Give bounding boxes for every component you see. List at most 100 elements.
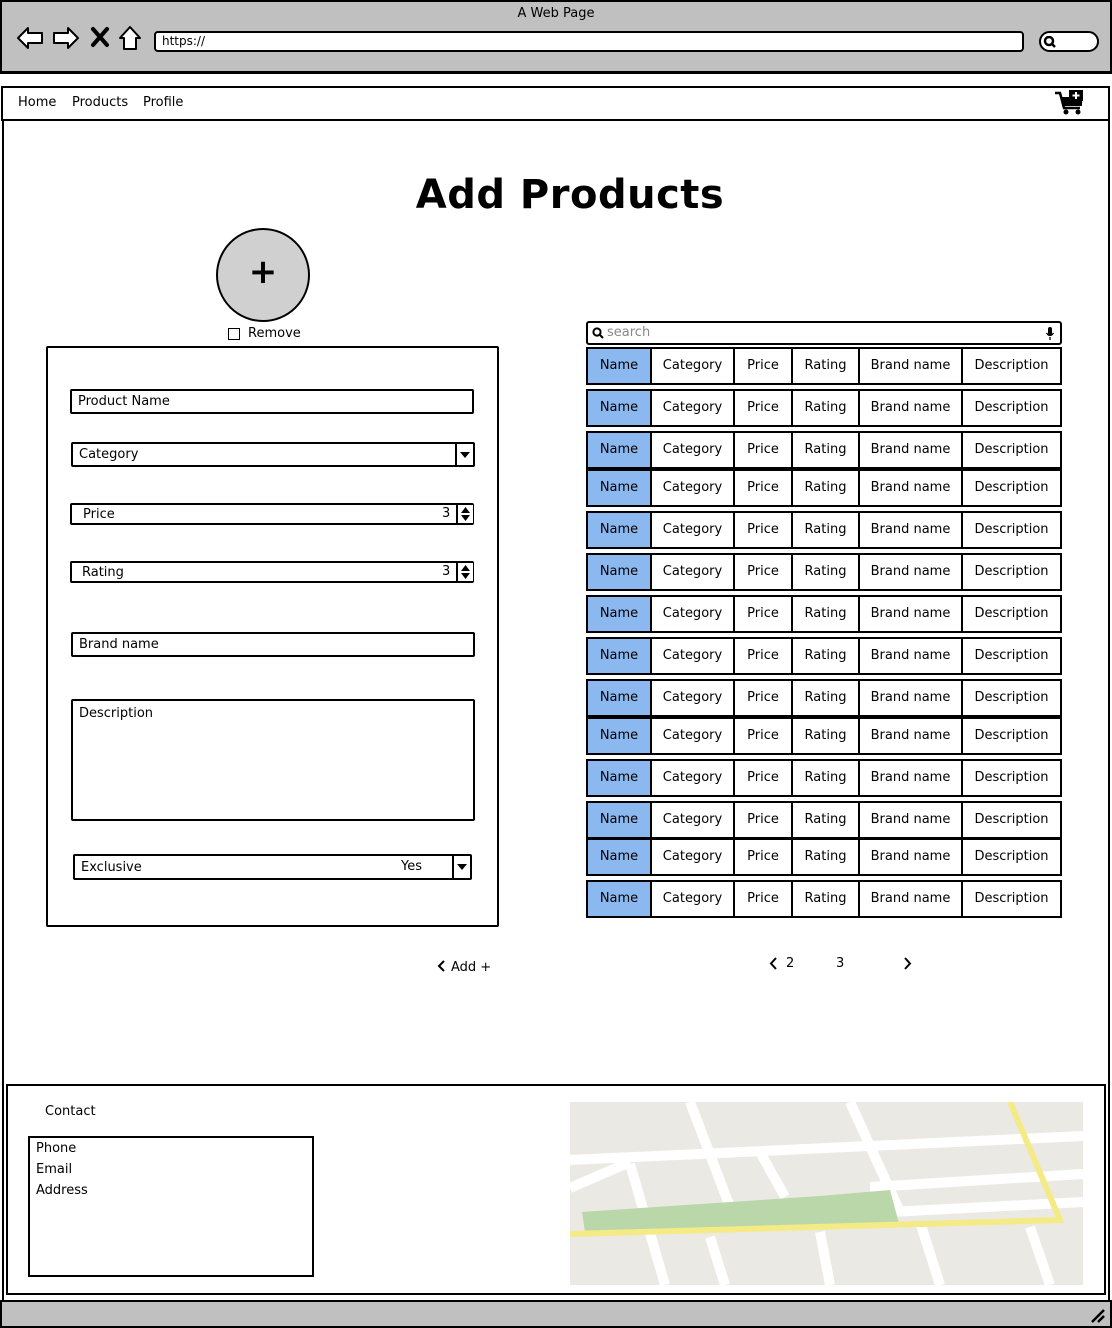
table-cell-brand-name[interactable]: Brand name <box>858 880 963 918</box>
table-cell-category[interactable]: Category <box>650 469 735 507</box>
rating-stepper[interactable]: Rating <box>70 561 474 583</box>
description-textarea[interactable]: Description <box>71 699 475 821</box>
close-icon[interactable] <box>88 24 112 52</box>
table-cell-description[interactable]: Description <box>961 801 1062 839</box>
table-cell-price[interactable]: Price <box>733 880 793 918</box>
next-page-icon[interactable] <box>902 956 912 971</box>
table-cell-name[interactable]: Name <box>586 595 652 633</box>
back-arrow-icon[interactable] <box>16 24 44 52</box>
page-3-link[interactable]: 3 <box>836 956 844 971</box>
table-cell-rating[interactable]: Rating <box>791 347 860 385</box>
forward-arrow-icon[interactable] <box>52 24 80 52</box>
table-cell-category[interactable]: Category <box>650 431 735 469</box>
price-stepper[interactable]: Price <box>70 503 474 525</box>
table-cell-rating[interactable]: Rating <box>791 880 860 918</box>
table-cell-description[interactable]: Description <box>961 511 1062 549</box>
remove-checkbox[interactable] <box>228 328 240 340</box>
table-cell-rating[interactable]: Rating <box>791 469 860 507</box>
table-cell-category[interactable]: Category <box>650 838 735 876</box>
table-cell-rating[interactable]: Rating <box>791 801 860 839</box>
table-cell-price[interactable]: Price <box>733 511 793 549</box>
url-bar[interactable]: https:// <box>154 31 1024 52</box>
nav-home[interactable]: Home <box>18 95 56 110</box>
table-cell-price[interactable]: Price <box>733 553 793 591</box>
table-cell-brand-name[interactable]: Brand name <box>858 801 963 839</box>
table-cell-description[interactable]: Description <box>961 595 1062 633</box>
page-2-link[interactable]: 2 <box>786 956 794 971</box>
category-dropdown-button[interactable] <box>455 444 473 465</box>
table-cell-category[interactable]: Category <box>650 637 735 675</box>
product-name-input[interactable]: Product Name <box>70 389 474 414</box>
table-cell-rating[interactable]: Rating <box>791 637 860 675</box>
table-cell-description[interactable]: Description <box>961 389 1062 427</box>
home-icon[interactable] <box>116 24 144 52</box>
table-cell-brand-name[interactable]: Brand name <box>858 637 963 675</box>
table-cell-description[interactable]: Description <box>961 469 1062 507</box>
table-cell-price[interactable]: Price <box>733 679 793 717</box>
table-cell-price[interactable]: Price <box>733 717 793 755</box>
table-cell-name[interactable]: Name <box>586 469 652 507</box>
brand-name-input[interactable]: Brand name <box>71 632 475 657</box>
prev-page-icon[interactable] <box>769 956 779 971</box>
table-cell-brand-name[interactable]: Brand name <box>858 595 963 633</box>
table-cell-name[interactable]: Name <box>586 801 652 839</box>
table-cell-price[interactable]: Price <box>733 759 793 797</box>
add-button[interactable]: Add + <box>437 959 491 975</box>
table-cell-description[interactable]: Description <box>961 347 1062 385</box>
table-cell-price[interactable]: Price <box>733 469 793 507</box>
table-cell-name[interactable]: Name <box>586 431 652 469</box>
table-cell-brand-name[interactable]: Brand name <box>858 838 963 876</box>
table-cell-price[interactable]: Price <box>733 801 793 839</box>
table-cell-price[interactable]: Price <box>733 637 793 675</box>
table-cell-name[interactable]: Name <box>586 717 652 755</box>
table-cell-price[interactable]: Price <box>733 347 793 385</box>
table-cell-category[interactable]: Category <box>650 679 735 717</box>
table-cell-category[interactable]: Category <box>650 801 735 839</box>
table-cell-rating[interactable]: Rating <box>791 717 860 755</box>
table-cell-category[interactable]: Category <box>650 717 735 755</box>
table-cell-name[interactable]: Name <box>586 553 652 591</box>
table-cell-rating[interactable]: Rating <box>791 553 860 591</box>
table-cell-description[interactable]: Description <box>961 838 1062 876</box>
resize-handle-icon[interactable] <box>1088 1306 1106 1324</box>
nav-profile[interactable]: Profile <box>143 95 183 110</box>
table-cell-brand-name[interactable]: Brand name <box>858 347 963 385</box>
table-cell-brand-name[interactable]: Brand name <box>858 717 963 755</box>
table-cell-rating[interactable]: Rating <box>791 595 860 633</box>
table-cell-rating[interactable]: Rating <box>791 431 860 469</box>
table-cell-name[interactable]: Name <box>586 759 652 797</box>
table-cell-name[interactable]: Name <box>586 637 652 675</box>
table-cell-price[interactable]: Price <box>733 595 793 633</box>
table-cell-brand-name[interactable]: Brand name <box>858 389 963 427</box>
table-cell-price[interactable]: Price <box>733 389 793 427</box>
location-map[interactable] <box>570 1102 1083 1285</box>
table-cell-description[interactable]: Description <box>961 637 1062 675</box>
cart-icon[interactable] <box>1053 89 1087 117</box>
table-cell-description[interactable]: Description <box>961 431 1062 469</box>
category-select[interactable]: Category <box>71 442 475 467</box>
table-cell-description[interactable]: Description <box>961 679 1062 717</box>
rating-spin-buttons[interactable] <box>456 563 473 581</box>
table-cell-rating[interactable]: Rating <box>791 679 860 717</box>
table-cell-description[interactable]: Description <box>961 717 1062 755</box>
table-search-input[interactable] <box>586 321 1062 345</box>
table-cell-category[interactable]: Category <box>650 511 735 549</box>
table-cell-name[interactable]: Name <box>586 389 652 427</box>
table-cell-name[interactable]: Name <box>586 880 652 918</box>
table-cell-category[interactable]: Category <box>650 389 735 427</box>
microphone-icon[interactable] <box>1045 326 1055 341</box>
table-cell-brand-name[interactable]: Brand name <box>858 553 963 591</box>
table-cell-brand-name[interactable]: Brand name <box>858 511 963 549</box>
table-cell-category[interactable]: Category <box>650 880 735 918</box>
table-cell-rating[interactable]: Rating <box>791 838 860 876</box>
table-cell-category[interactable]: Category <box>650 347 735 385</box>
table-cell-price[interactable]: Price <box>733 431 793 469</box>
table-cell-brand-name[interactable]: Brand name <box>858 431 963 469</box>
table-cell-rating[interactable]: Rating <box>791 389 860 427</box>
table-cell-category[interactable]: Category <box>650 759 735 797</box>
table-cell-name[interactable]: Name <box>586 838 652 876</box>
table-cell-rating[interactable]: Rating <box>791 511 860 549</box>
table-cell-name[interactable]: Name <box>586 511 652 549</box>
table-cell-brand-name[interactable]: Brand name <box>858 469 963 507</box>
table-cell-description[interactable]: Description <box>961 880 1062 918</box>
